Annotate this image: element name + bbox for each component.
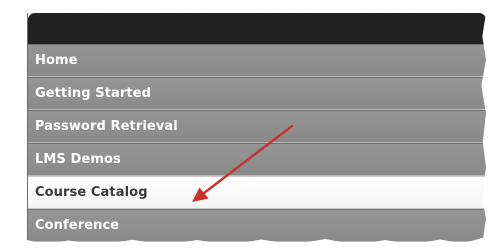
menu-item-getting-started[interactable]: Getting Started	[28, 77, 486, 110]
navigation-menu: Home Getting Started Password Retrieval …	[27, 13, 486, 246]
menu-item-conference[interactable]: Conference	[28, 209, 486, 242]
menu-item-course-catalog[interactable]: Course Catalog	[28, 176, 486, 209]
menu-item-home[interactable]: Home	[28, 44, 486, 77]
menu-item-label: Course Catalog	[35, 185, 148, 200]
menu-item-label: Password Retrieval	[35, 119, 178, 134]
menu-header-bar	[28, 13, 486, 44]
menu-item-label: Getting Started	[35, 86, 152, 101]
menu-item-password-retrieval[interactable]: Password Retrieval	[28, 110, 486, 143]
screenshot: Home Getting Started Password Retrieval …	[0, 0, 488, 252]
menu-item-lms-demos[interactable]: LMS Demos	[28, 143, 486, 176]
menu-item-label: Home	[35, 53, 78, 68]
menu-item-label: Conference	[35, 218, 120, 233]
menu-item-label: LMS Demos	[35, 152, 121, 167]
